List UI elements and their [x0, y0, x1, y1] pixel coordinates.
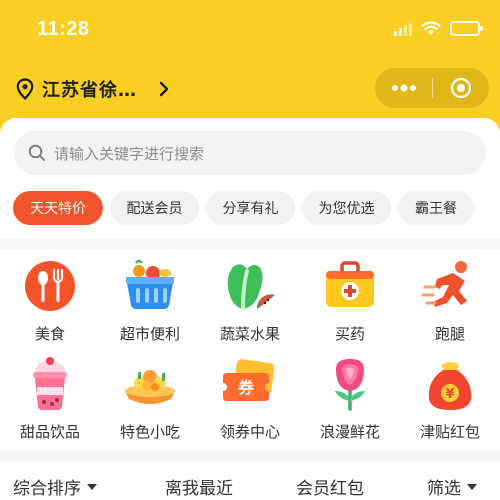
category-supermarket[interactable]: 超市便利	[100, 253, 200, 351]
tag-recommended[interactable]: 为您优选	[302, 191, 391, 225]
red-envelope-icon: ¥	[421, 355, 479, 413]
search-icon	[28, 144, 45, 161]
category-local-snacks[interactable]: 特色小吃	[100, 351, 200, 449]
errand-runner-icon	[421, 257, 479, 315]
sort-member-coupon-label: 会员红包	[296, 479, 364, 499]
caret-down-icon	[87, 483, 97, 490]
sort-bar: 综合排序 离我最近 会员红包 筛选	[0, 462, 500, 500]
category-label: 买药	[334, 325, 365, 343]
category-label: 美食	[34, 325, 65, 343]
category-label: 甜品饮品	[19, 423, 80, 441]
snack-platter-icon	[121, 355, 179, 413]
flower-icon	[321, 355, 379, 413]
tag-free-meal[interactable]: 霸王餐	[398, 191, 474, 225]
search-placeholder: 请输入关键字进行搜索	[54, 144, 205, 163]
category-desserts-drinks[interactable]: 甜品饮品	[0, 351, 100, 449]
vegetable-fruit-icon	[221, 257, 279, 315]
category-errand[interactable]: 跑腿	[400, 253, 500, 351]
caret-down-icon	[467, 483, 477, 490]
sort-nearest-label: 离我最近	[165, 479, 233, 499]
cellular-signal-icon	[394, 21, 412, 36]
food-icon	[21, 257, 79, 315]
more-button[interactable]	[375, 68, 432, 108]
section-divider	[0, 450, 500, 462]
medicine-kit-icon	[321, 257, 379, 315]
tag-share-gift[interactable]: 分享有礼	[206, 191, 295, 225]
section-divider	[0, 238, 500, 250]
sort-member-coupon[interactable]: 会员红包	[296, 474, 364, 499]
category-grid: 美食 超市便利 蔬菜水果 买药 跑腿 甜品饮品 特色小吃 券 领券中心 浪漫鲜花…	[0, 253, 500, 449]
tag-daily-deals[interactable]: 天天特价	[13, 191, 103, 225]
battery-icon	[450, 21, 483, 36]
sort-comprehensive-label: 综合排序	[13, 479, 81, 499]
chevron-right-icon	[159, 81, 169, 97]
category-label: 特色小吃	[119, 423, 180, 441]
mini-program-capsule	[375, 68, 489, 108]
category-food[interactable]: 美食	[0, 253, 100, 351]
category-label: 津贴红包	[419, 423, 480, 441]
more-dots-icon	[391, 84, 416, 92]
tag-delivery-member[interactable]: 配送会员	[110, 191, 199, 225]
dessert-drink-icon	[21, 355, 79, 413]
status-icons	[394, 21, 483, 36]
category-romantic-flowers[interactable]: 浪漫鲜花	[300, 351, 400, 449]
category-subsidy-red-packet[interactable]: ¥ 津贴红包	[400, 351, 500, 449]
supermarket-basket-icon	[121, 257, 179, 315]
status-time: 11:28	[37, 18, 90, 40]
svg-text:券: 券	[237, 378, 255, 397]
search-panel: 请输入关键字进行搜索 天天特价 配送会员 分享有礼 为您优选 霸王餐	[0, 118, 500, 238]
category-label: 蔬菜水果	[219, 325, 280, 343]
category-vegetables-fruits[interactable]: 蔬菜水果	[200, 253, 300, 351]
category-label: 浪漫鲜花	[319, 423, 380, 441]
category-coupon-center[interactable]: 券 领券中心	[200, 351, 300, 449]
coupon-icon: 券	[221, 355, 279, 413]
filter-button[interactable]: 筛选	[427, 474, 477, 499]
category-label: 领券中心	[219, 423, 280, 441]
location-text: 江苏省徐…	[42, 80, 137, 101]
search-input[interactable]: 请输入关键字进行搜索	[14, 131, 486, 175]
location-pin-icon	[16, 78, 34, 100]
category-label: 跑腿	[434, 325, 465, 343]
wifi-icon	[421, 21, 441, 35]
close-mini-program-button[interactable]	[433, 68, 489, 108]
target-circle-icon	[450, 77, 472, 99]
svg-text:¥: ¥	[445, 387, 454, 402]
promo-tags: 天天特价 配送会员 分享有礼 为您优选 霸王餐	[13, 191, 474, 225]
sort-nearest[interactable]: 离我最近	[165, 474, 233, 499]
sort-comprehensive[interactable]: 综合排序	[13, 474, 97, 499]
location-selector[interactable]: 江苏省徐…	[16, 76, 169, 102]
category-label: 超市便利	[119, 325, 180, 343]
category-medicine[interactable]: 买药	[300, 253, 400, 351]
filter-label: 筛选	[427, 479, 461, 499]
